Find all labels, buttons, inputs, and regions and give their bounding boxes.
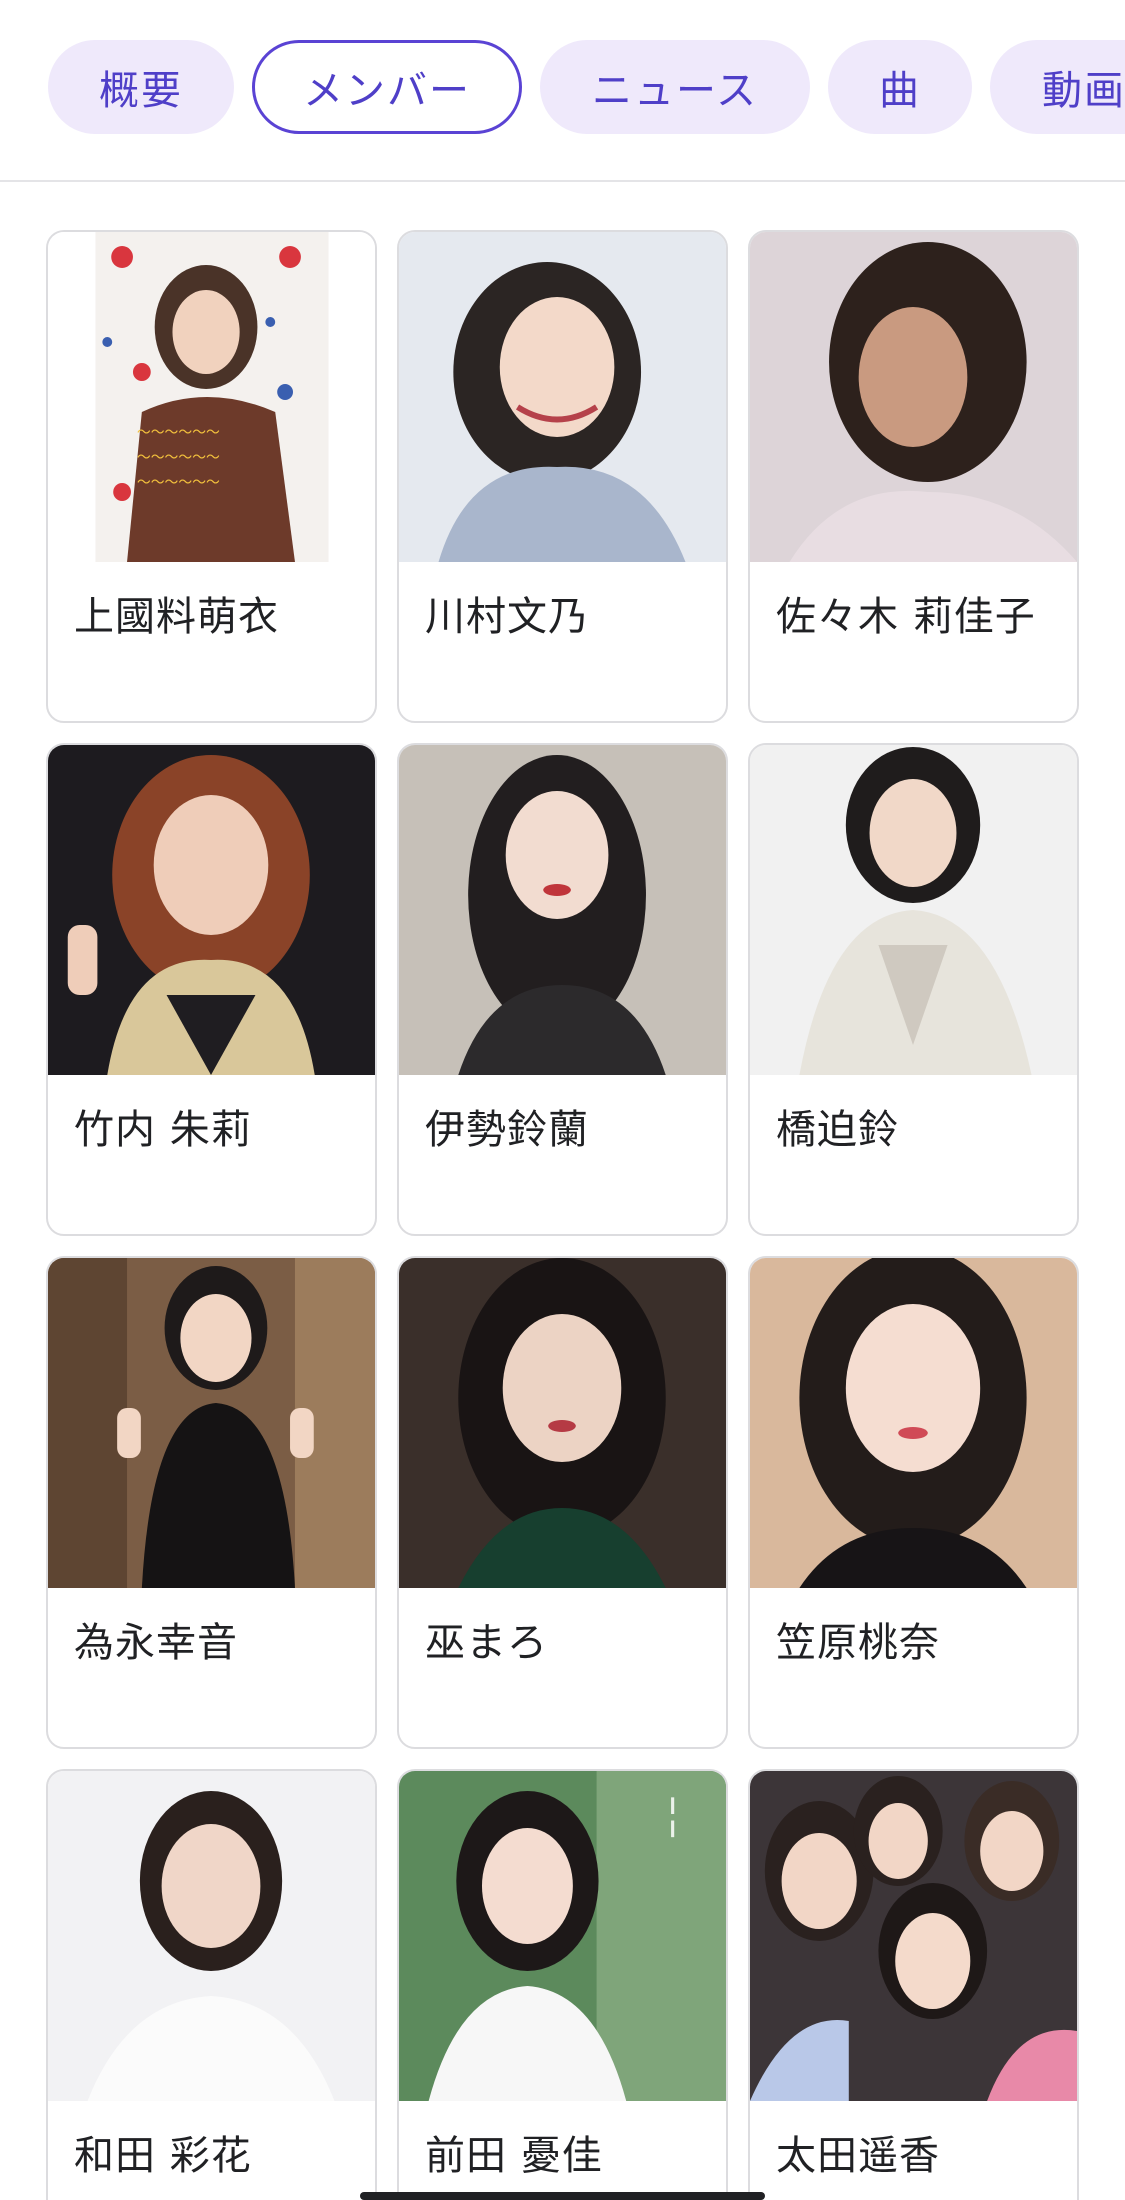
member-card[interactable]: 伊勢鈴蘭 bbox=[397, 743, 728, 1236]
member-photo bbox=[399, 232, 726, 562]
member-photo bbox=[750, 232, 1077, 562]
member-photo bbox=[48, 1771, 375, 2101]
page: 概要 メンバー ニュース 曲 動画 〜〜〜〜〜〜 〜〜〜〜〜〜 〜〜〜〜〜〜 上… bbox=[0, 0, 1125, 2200]
member-photo bbox=[750, 745, 1077, 1075]
member-card[interactable]: 巫まろ bbox=[397, 1256, 728, 1749]
tab-videos[interactable]: 動画 bbox=[990, 40, 1125, 134]
svg-text:〜〜〜〜〜〜: 〜〜〜〜〜〜 bbox=[137, 475, 220, 491]
member-card[interactable]: 太田遥香 bbox=[748, 1769, 1079, 2200]
member-name: 前田 憂佳 bbox=[425, 2133, 603, 2179]
member-name: 上國料萌衣 bbox=[74, 594, 279, 640]
member-name: 笠原桃奈 bbox=[776, 1620, 940, 1666]
member-card[interactable]: ╎ 前田 憂佳 bbox=[397, 1769, 728, 2200]
member-photo: 〜〜〜〜〜〜 〜〜〜〜〜〜 〜〜〜〜〜〜 bbox=[48, 232, 375, 562]
tab-news[interactable]: ニュース bbox=[540, 40, 810, 134]
member-card[interactable]: 和田 彩花 bbox=[46, 1769, 377, 2200]
member-name: 和田 彩花 bbox=[74, 2133, 252, 2179]
home-indicator[interactable] bbox=[360, 2192, 765, 2200]
svg-text:〜〜〜〜〜〜: 〜〜〜〜〜〜 bbox=[137, 425, 220, 441]
member-card[interactable]: 笠原桃奈 bbox=[748, 1256, 1079, 1749]
tab-bar: 概要 メンバー ニュース 曲 動画 bbox=[0, 0, 1125, 182]
member-card[interactable]: 橋迫鈴 bbox=[748, 743, 1079, 1236]
svg-text:╎: ╎ bbox=[661, 1795, 685, 1841]
member-name: 伊勢鈴蘭 bbox=[425, 1107, 589, 1153]
member-photo bbox=[750, 1258, 1077, 1588]
tab-members[interactable]: メンバー bbox=[252, 40, 522, 134]
member-name: 竹内 朱莉 bbox=[74, 1107, 252, 1153]
member-photo bbox=[48, 745, 375, 1075]
member-name: 橋迫鈴 bbox=[776, 1107, 899, 1153]
member-card[interactable]: 為永幸音 bbox=[46, 1256, 377, 1749]
member-card[interactable]: 川村文乃 bbox=[397, 230, 728, 723]
tab-overview[interactable]: 概要 bbox=[48, 40, 234, 134]
member-photo bbox=[48, 1258, 375, 1588]
member-photo bbox=[399, 745, 726, 1075]
member-photo bbox=[750, 1771, 1077, 2101]
member-name: 為永幸音 bbox=[74, 1620, 238, 1666]
member-name: 巫まろ bbox=[425, 1620, 548, 1666]
member-name: 佐々木 莉佳子 bbox=[776, 594, 1036, 640]
tab-songs[interactable]: 曲 bbox=[828, 40, 972, 134]
member-photo bbox=[399, 1258, 726, 1588]
member-name: 川村文乃 bbox=[425, 594, 589, 640]
svg-text:〜〜〜〜〜〜: 〜〜〜〜〜〜 bbox=[137, 450, 220, 466]
member-card[interactable]: 竹内 朱莉 bbox=[46, 743, 377, 1236]
member-card[interactable]: 〜〜〜〜〜〜 〜〜〜〜〜〜 〜〜〜〜〜〜 上國料萌衣 bbox=[46, 230, 377, 723]
member-photo: ╎ bbox=[399, 1771, 726, 2101]
member-name: 太田遥香 bbox=[776, 2133, 940, 2179]
member-card[interactable]: 佐々木 莉佳子 bbox=[748, 230, 1079, 723]
